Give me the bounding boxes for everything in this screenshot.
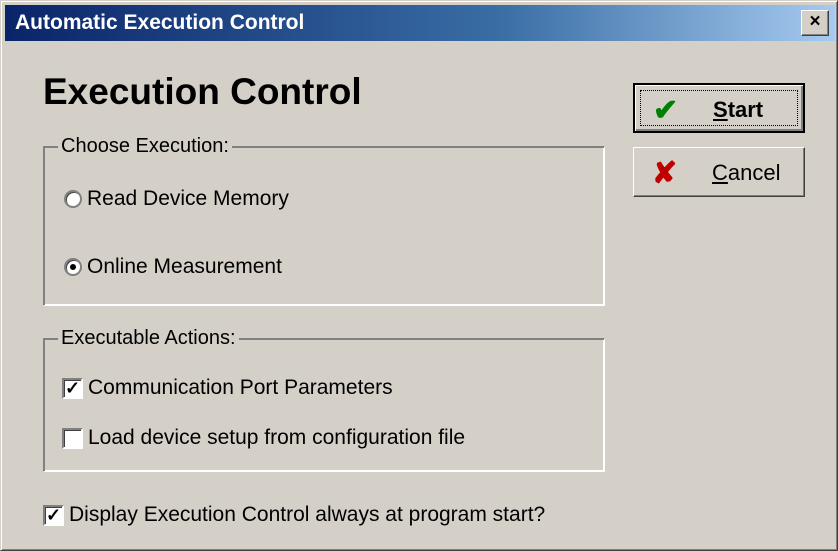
radio-button-selected-icon: [64, 258, 82, 276]
checkbox-label: Load device setup from configuration fil…: [88, 426, 466, 449]
checkbox-unchecked-icon: [62, 427, 83, 449]
choose-execution-group: Choose Execution: Read Device Memory Onl…: [43, 135, 605, 306]
checkbox-checked-icon: ✓: [62, 377, 83, 399]
radio-button-icon: [64, 190, 82, 208]
radio-label: Online Measurement: [87, 255, 282, 278]
start-label: Start: [713, 97, 764, 122]
close-button[interactable]: ×: [801, 10, 829, 36]
checkbox-checked-icon: ✓: [43, 504, 64, 526]
x-icon: ✘: [652, 157, 678, 190]
checkbox-display-at-start[interactable]: ✓ Display Execution Control always at pr…: [43, 503, 545, 527]
executable-actions-label: Executable Actions:: [58, 327, 239, 350]
checkbox-label: Display Execution Control always at prog…: [69, 503, 546, 526]
radio-online-measurement[interactable]: Online Measurement: [64, 255, 282, 279]
checkbox-communication-port[interactable]: ✓ Communication Port Parameters: [62, 376, 393, 400]
check-icon: ✔: [653, 94, 679, 127]
cancel-button[interactable]: ✘ Cancel: [633, 147, 805, 197]
page-heading: Execution Control: [43, 71, 362, 112]
checkbox-label: Communication Port Parameters: [88, 376, 393, 399]
start-button[interactable]: ✔ Start: [633, 83, 805, 133]
window-title: Automatic Execution Control: [15, 11, 305, 34]
cancel-label: Cancel: [712, 160, 781, 185]
executable-actions-group: Executable Actions: ✓ Communication Port…: [43, 327, 605, 472]
choose-execution-label: Choose Execution:: [58, 135, 232, 158]
radio-label: Read Device Memory: [87, 187, 289, 210]
title-bar[interactable]: Automatic Execution Control ×: [5, 5, 835, 41]
dialog-window: Automatic Execution Control × Execution …: [0, 0, 838, 551]
checkbox-load-device-setup[interactable]: Load device setup from configuration fil…: [62, 426, 465, 450]
close-icon: ×: [809, 11, 821, 32]
radio-read-device-memory[interactable]: Read Device Memory: [64, 187, 289, 211]
